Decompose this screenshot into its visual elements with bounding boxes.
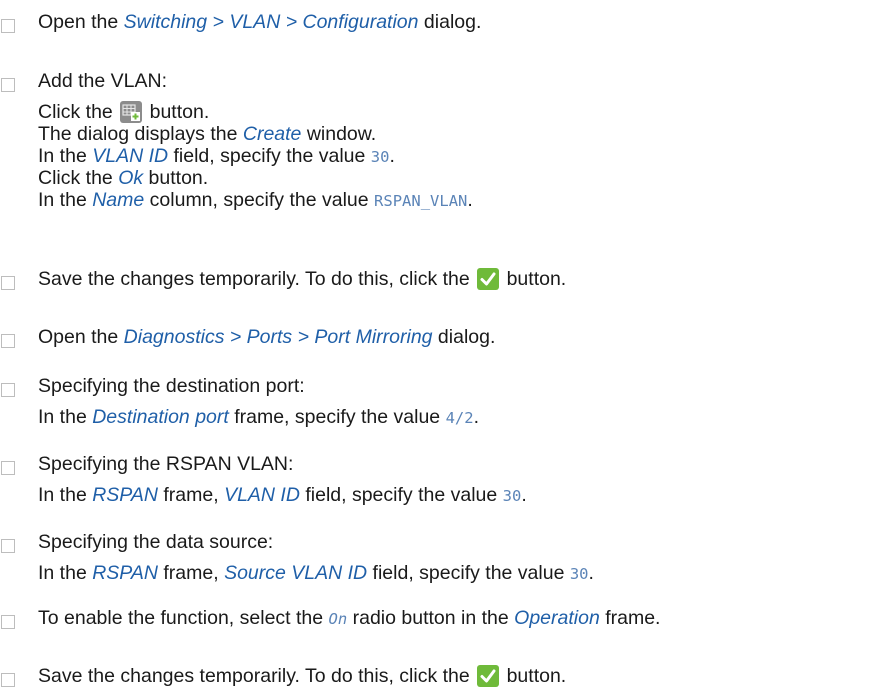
step-text: frame.	[599, 607, 661, 629]
ui-term: Create	[242, 123, 302, 145]
ui-term: RSPAN	[92, 562, 158, 584]
ui-term: Operation	[514, 607, 600, 629]
value-text: 30	[569, 565, 589, 583]
step-text: The dialog displays the	[38, 123, 243, 145]
ui-term: VLAN ID	[92, 145, 169, 167]
step-text: In the	[38, 189, 93, 211]
step-text: field, specify the value	[168, 145, 371, 167]
step-line: Save the changes temporarily. To do this…	[38, 663, 566, 689]
step-text: Open the	[38, 326, 124, 348]
value-text: 30	[370, 148, 390, 166]
step-line: To enable the function, select the On ra…	[38, 605, 660, 631]
step-text: field, specify the value	[299, 484, 503, 506]
step-line: Add the VLAN:	[38, 68, 167, 94]
step-text: radio button in the	[347, 607, 515, 629]
step-text: button.	[143, 167, 209, 189]
step-text: Specifying the data source:	[38, 531, 274, 553]
ui-term: VLAN ID	[224, 484, 300, 506]
ui-term: Diagnostics > Ports > Port Mirroring	[123, 326, 433, 348]
step-checkbox[interactable]	[1, 539, 15, 553]
step-checkbox[interactable]	[1, 334, 15, 348]
step-line: In the Name column, specify the value RS…	[38, 187, 473, 213]
ui-term: RSPAN	[92, 484, 158, 506]
step-text: frame, specify the value	[228, 406, 446, 428]
step-text: Specifying the destination port:	[38, 375, 305, 397]
step-checkbox[interactable]	[1, 276, 15, 290]
step-text: button.	[144, 101, 210, 123]
step-text: dialog.	[418, 11, 482, 33]
add-table-icon	[120, 101, 143, 123]
step-checkbox[interactable]	[1, 461, 15, 475]
step-text: window.	[301, 123, 377, 145]
step-text: Save the changes temporarily. To do this…	[38, 268, 476, 290]
step-line: Specifying the RSPAN VLAN:	[38, 451, 293, 477]
step-text: To enable the function, select the	[38, 607, 329, 629]
step-text: button.	[501, 665, 567, 687]
step-checkbox[interactable]	[1, 673, 15, 687]
step-text: column, specify the value	[144, 189, 375, 211]
step-line: In the Destination port frame, specify t…	[38, 404, 479, 430]
step-text: .	[588, 562, 594, 584]
step-text: In the	[38, 406, 93, 428]
step-line: Open the Diagnostics > Ports > Port Mirr…	[38, 324, 495, 350]
step-text: frame,	[157, 562, 225, 584]
step-text: Save the changes temporarily. To do this…	[38, 665, 476, 687]
step-text: frame,	[157, 484, 225, 506]
step-checkbox[interactable]	[1, 78, 15, 92]
ui-term: Name	[92, 189, 145, 211]
ui-term: Source VLAN ID	[224, 562, 368, 584]
step-checkbox[interactable]	[1, 615, 15, 629]
value-text: 30	[502, 487, 522, 505]
step-line: Save the changes temporarily. To do this…	[38, 266, 566, 292]
step-text: In the	[38, 484, 93, 506]
step-text: Add the VLAN:	[38, 70, 167, 92]
step-text: Open the	[38, 11, 124, 33]
step-line: Specifying the destination port:	[38, 373, 305, 399]
step-text: button.	[501, 268, 567, 290]
step-line: In the RSPAN frame, VLAN ID field, speci…	[38, 482, 527, 508]
step-text: .	[467, 189, 473, 211]
value-text: 4/2	[445, 409, 474, 427]
value-text: RSPAN_VLAN	[374, 192, 468, 210]
ui-term: Ok	[118, 167, 144, 189]
step-text: field, specify the value	[367, 562, 570, 584]
step-text: In the	[38, 145, 93, 167]
step-text: dialog.	[432, 326, 496, 348]
step-line: Specifying the data source:	[38, 529, 273, 555]
checkmark-icon	[477, 665, 500, 687]
step-checkbox[interactable]	[1, 383, 15, 397]
step-text: Click the	[38, 167, 119, 189]
ui-term: Destination port	[92, 406, 229, 428]
value-text: On	[328, 610, 348, 628]
step-text: Click the	[38, 101, 119, 123]
step-line: Open the Switching > VLAN > Configuratio…	[38, 9, 481, 35]
step-text: .	[389, 145, 395, 167]
step-text: In the	[38, 562, 93, 584]
checkmark-icon	[477, 268, 500, 290]
step-text: Specifying the RSPAN VLAN:	[38, 453, 294, 475]
step-line: In the RSPAN frame, Source VLAN ID field…	[38, 560, 594, 586]
step-checkbox[interactable]	[1, 19, 15, 33]
ui-term: Switching > VLAN > Configuration	[123, 11, 419, 33]
step-text: .	[521, 484, 527, 506]
step-text: .	[473, 406, 479, 428]
